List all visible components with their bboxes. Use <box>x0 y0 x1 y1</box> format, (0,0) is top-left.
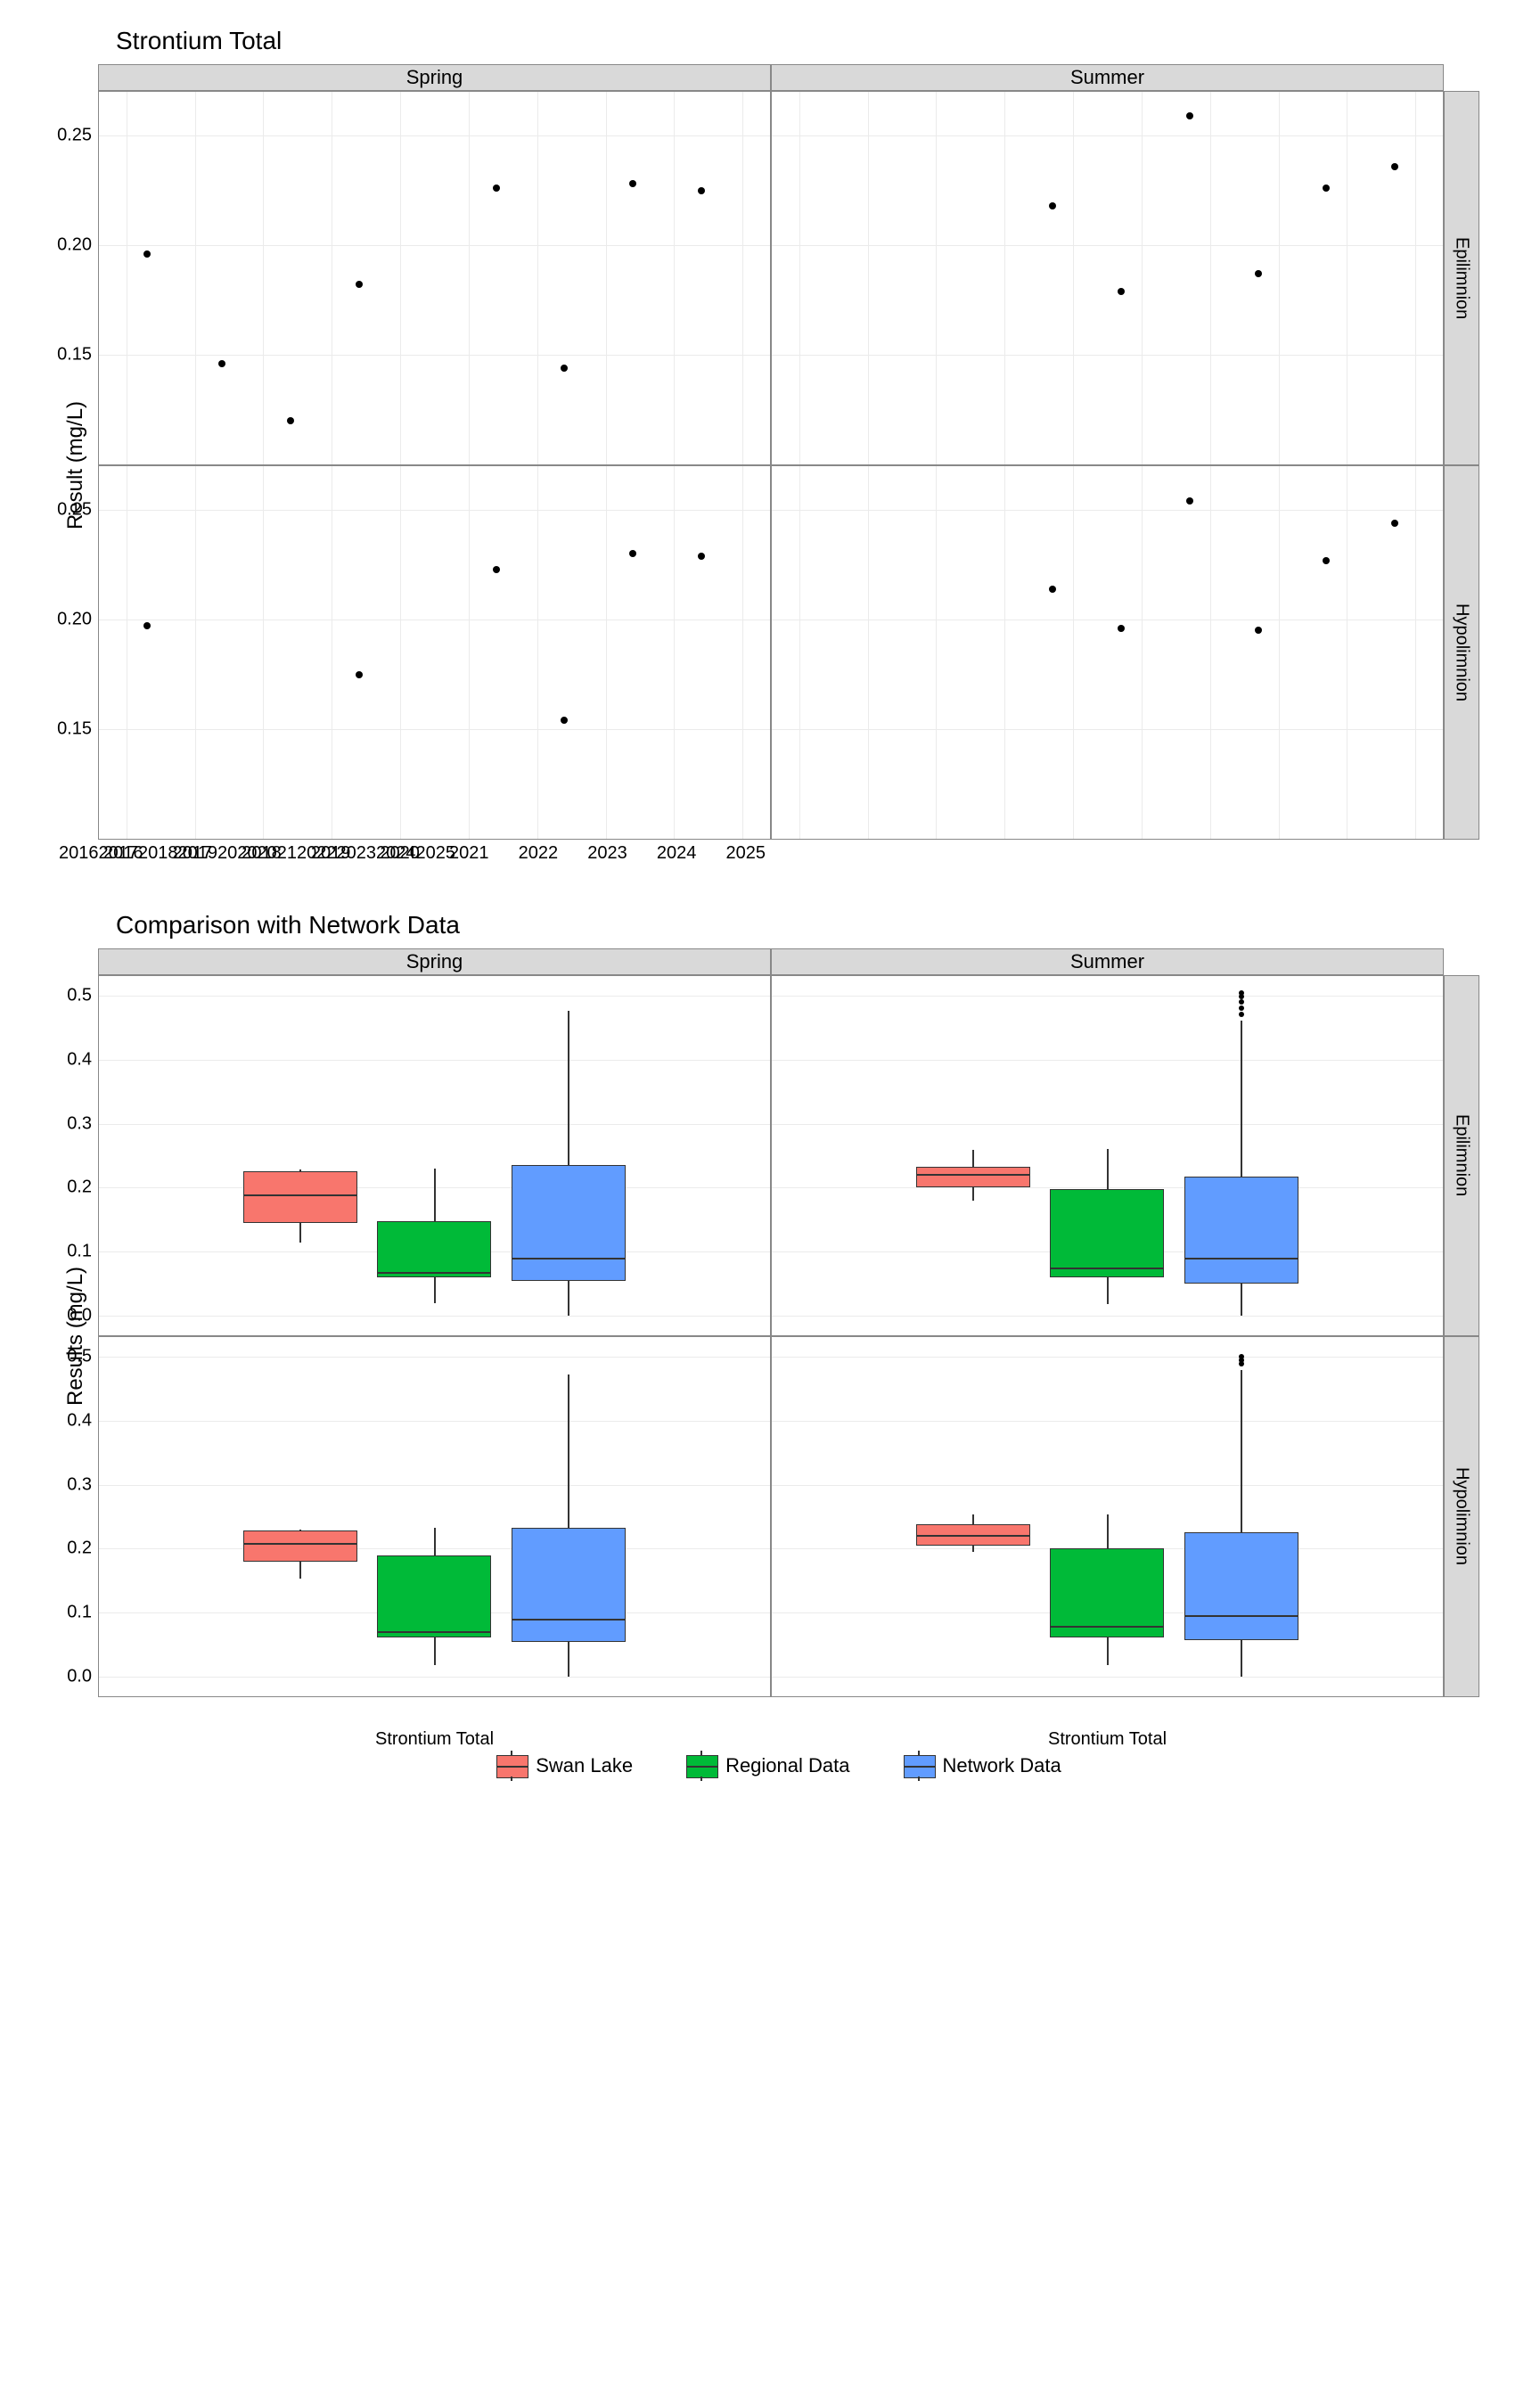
box-ylabel: Results (mg/L) <box>53 975 98 1697</box>
scatter-x-axis-spring: 2016201720182019202020212022202320242025 <box>53 840 98 866</box>
box-regional-data <box>377 1555 491 1637</box>
box-regional-data <box>1050 1189 1164 1277</box>
data-point <box>629 550 636 557</box>
data-point <box>1186 497 1193 505</box>
box-row-epi: Epilimnion <box>1444 975 1479 1336</box>
scatter-panel-summer-hypo <box>771 465 1444 840</box>
data-point <box>561 717 568 724</box>
scatter-panel-spring-hypo: 0.150.200.25 <box>98 465 771 840</box>
box-network-data <box>512 1528 626 1641</box>
legend-swan: Swan Lake <box>496 1751 633 1781</box>
data-point <box>1049 586 1056 593</box>
data-point <box>1255 627 1262 634</box>
data-point <box>698 553 705 560</box>
legend-region-label: Regional Data <box>725 1754 849 1777</box>
scatter-title: Strontium Total <box>116 27 1504 55</box>
box-col-summer: Summer <box>771 948 1444 975</box>
legend-region: Regional Data <box>686 1751 849 1781</box>
data-point <box>493 566 500 573</box>
box-regional-data <box>377 1221 491 1277</box>
scatter-chart: Strontium Total Spring Summer Result (mg… <box>0 0 1540 884</box>
scatter-panel-summer-epi <box>771 91 1444 465</box>
box-network-data <box>1184 1177 1298 1284</box>
box-swan-lake <box>916 1167 1030 1187</box>
data-point <box>1118 288 1125 295</box>
scatter-col-summer: Summer <box>771 64 1444 91</box>
box-panel-summer-epi <box>771 975 1444 1336</box>
box-x-axis-spring: Strontium Total <box>98 1697 771 1724</box>
box-network-data <box>512 1165 626 1281</box>
scatter-row-hypo: Hypolimnion <box>1444 465 1479 840</box>
data-point <box>356 281 363 288</box>
data-point <box>356 671 363 678</box>
box-x-axis-summer: Strontium Total <box>771 1697 1444 1724</box>
box-panel-spring-hypo: 0.00.10.20.30.40.5 <box>98 1336 771 1697</box>
box-swan-lake <box>916 1524 1030 1546</box>
scatter-row-epi: Epilimnion <box>1444 91 1479 465</box>
data-point <box>143 622 151 629</box>
data-point <box>1186 112 1193 119</box>
box-chart: Comparison with Network Data Spring Summ… <box>0 884 1540 1799</box>
box-row-hypo: Hypolimnion <box>1444 1336 1479 1697</box>
data-point <box>218 360 225 367</box>
box-panel-spring-epi: 0.00.10.20.30.40.5 <box>98 975 771 1336</box>
box-regional-data <box>1050 1548 1164 1637</box>
scatter-col-spring: Spring <box>98 64 771 91</box>
legend-net-label: Network Data <box>943 1754 1061 1777</box>
legend-swan-label: Swan Lake <box>536 1754 633 1777</box>
scatter-x-axis-summer: 2016201720182019202020212022202320242025 <box>98 840 771 866</box>
box-col-spring: Spring <box>98 948 771 975</box>
data-point <box>629 180 636 187</box>
data-point <box>561 365 568 372</box>
data-point <box>287 417 294 424</box>
box-panel-summer-hypo <box>771 1336 1444 1697</box>
legend-net: Network Data <box>904 1751 1061 1781</box>
box-title: Comparison with Network Data <box>116 911 1504 940</box>
data-point <box>1323 185 1330 192</box>
data-point <box>1391 520 1398 527</box>
data-point <box>493 185 500 192</box>
box-network-data <box>1184 1532 1298 1639</box>
box-swan-lake <box>243 1171 357 1223</box>
data-point <box>1323 557 1330 564</box>
data-point <box>1049 202 1056 209</box>
scatter-panel-spring-epi: 0.150.200.25 <box>98 91 771 465</box>
data-point <box>1255 270 1262 277</box>
data-point <box>1118 625 1125 632</box>
box-swan-lake <box>243 1530 357 1562</box>
data-point <box>143 250 151 258</box>
legend: Swan Lake Regional Data Network Data <box>53 1751 1504 1781</box>
data-point <box>1391 163 1398 170</box>
data-point <box>698 187 705 194</box>
